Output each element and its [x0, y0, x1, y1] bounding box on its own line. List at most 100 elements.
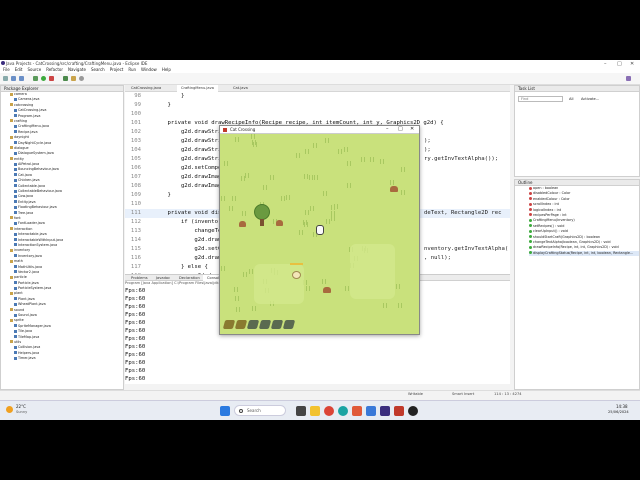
eclipse-icon [1, 61, 5, 65]
console-line: Fps:60 [125, 320, 146, 326]
search-icon[interactable] [79, 76, 84, 81]
grass-tuft [245, 173, 249, 178]
line-number: 113 [130, 228, 141, 234]
code-fragment: deText, Rectangle2D rec [424, 210, 502, 216]
clock-time[interactable]: 14:38 [616, 404, 628, 409]
stump-sprite[interactable] [239, 221, 246, 227]
grass-tuft [252, 140, 256, 145]
grass-tuft [310, 206, 314, 211]
taskbar-search-box[interactable]: Search [234, 405, 286, 416]
grass-tuft [380, 159, 384, 164]
outline-panel: Outline open : boolean disabledColour : C… [514, 179, 640, 390]
save-all-icon[interactable] [19, 76, 24, 81]
package-icon [10, 291, 13, 295]
status-cursor-position: 114 : 13 : 4274 [494, 392, 522, 396]
grass-tuft [286, 195, 290, 200]
game-maximize-icon[interactable]: □ [398, 126, 403, 132]
start-icon[interactable] [220, 406, 230, 416]
java-file-icon [14, 356, 17, 360]
editor-tab-active[interactable]: CraftingMenu.java [177, 85, 218, 92]
task-list-tab[interactable]: Task List [515, 86, 639, 92]
task-view-icon[interactable] [296, 406, 306, 416]
new-java-class-icon[interactable] [63, 76, 68, 81]
new-icon[interactable] [3, 76, 8, 81]
package-icon [10, 119, 13, 123]
task-all-filter[interactable]: All [569, 97, 573, 101]
chicken-sprite[interactable] [292, 271, 301, 279]
obs-icon[interactable] [408, 406, 418, 416]
hotbar-slot[interactable] [282, 320, 296, 329]
member-icon [529, 240, 532, 244]
grass-tuft [331, 216, 335, 221]
java-file-icon [14, 178, 17, 182]
java-file-icon [14, 108, 17, 112]
task-find-input[interactable]: Find [518, 96, 563, 102]
outline-item[interactable]: displayCraftingStatus(Recipe, int, int, … [529, 250, 639, 257]
run-icon[interactable] [41, 76, 46, 81]
grass-tuft [304, 174, 308, 179]
game-minimize-icon[interactable]: – [386, 126, 389, 132]
store-icon[interactable] [366, 406, 376, 416]
member-icon [529, 202, 532, 206]
stump-sprite[interactable] [390, 186, 398, 192]
search-icon [239, 409, 243, 413]
editor-tab[interactable]: Cat.java [229, 85, 252, 92]
outline-list: open : boolean disabledColour : Color enab… [515, 186, 639, 257]
chrome-icon[interactable] [324, 406, 334, 416]
debug-icon[interactable] [33, 76, 38, 81]
hotbar-slot[interactable] [270, 320, 284, 329]
hotbar-slot[interactable] [234, 320, 248, 329]
grass-tuft [296, 153, 300, 158]
tree-item[interactable]: Timer.java [4, 356, 123, 361]
cat-player-sprite[interactable] [316, 225, 324, 235]
code-fragment: ); [424, 138, 431, 144]
editor-tab[interactable]: CatCrossing.java [127, 85, 165, 92]
line-number: 114 [130, 237, 141, 243]
save-icon[interactable] [11, 76, 16, 81]
tree-sprite[interactable] [254, 204, 270, 226]
code-fragment: ry.getInvTextAlpha()); [424, 156, 499, 162]
java-taskbar-icon[interactable] [394, 406, 404, 416]
hotbar-slot[interactable] [222, 320, 236, 329]
line-number: 99 [134, 102, 141, 108]
package-icon [10, 227, 13, 231]
grass-tuft [345, 286, 349, 291]
edge-icon[interactable] [338, 406, 348, 416]
external-tools-icon[interactable] [49, 76, 54, 81]
line-number: 102 [130, 129, 141, 135]
package-icon [10, 318, 13, 322]
java-file-icon [14, 194, 17, 198]
console-line: Fps:60 [125, 368, 146, 374]
grass-tuft [398, 303, 402, 308]
grass-tuft [370, 157, 374, 162]
code-line: 99 } [125, 101, 510, 110]
game-canvas[interactable] [220, 134, 419, 334]
stump-sprite[interactable] [323, 287, 331, 293]
grass-tuft [305, 149, 309, 154]
clock-date[interactable]: 25/06/2024 [608, 410, 629, 414]
member-icon [529, 224, 532, 228]
perspective-icon[interactable] [626, 76, 631, 81]
app-icon[interactable] [352, 406, 362, 416]
code-text: } [154, 102, 171, 108]
grass-tuft [232, 196, 236, 201]
java-file-icon [14, 345, 17, 349]
hotbar-slot[interactable] [258, 320, 272, 329]
package-icon [10, 259, 13, 263]
open-type-icon[interactable] [71, 76, 76, 81]
line-number: 117 [130, 264, 141, 270]
game-close-icon[interactable]: ✕ [410, 126, 414, 132]
java-file-icon [14, 335, 17, 339]
main-toolbar [0, 73, 640, 85]
file-explorer-icon[interactable] [310, 406, 320, 416]
weather-temp: 22°C [16, 404, 26, 409]
java-file-icon [14, 270, 17, 274]
console-header: Program [Java Application] C:\Program Fi… [125, 281, 222, 285]
hotbar-slot[interactable] [246, 320, 260, 329]
game-window[interactable]: Cat Crossing – □ ✕ [219, 125, 420, 335]
eclipse-taskbar-icon[interactable] [380, 406, 390, 416]
weather-icon[interactable] [6, 406, 13, 413]
stump-sprite[interactable] [276, 220, 283, 226]
java-file-icon [14, 162, 17, 166]
task-activate-link[interactable]: Activate... [581, 97, 599, 101]
